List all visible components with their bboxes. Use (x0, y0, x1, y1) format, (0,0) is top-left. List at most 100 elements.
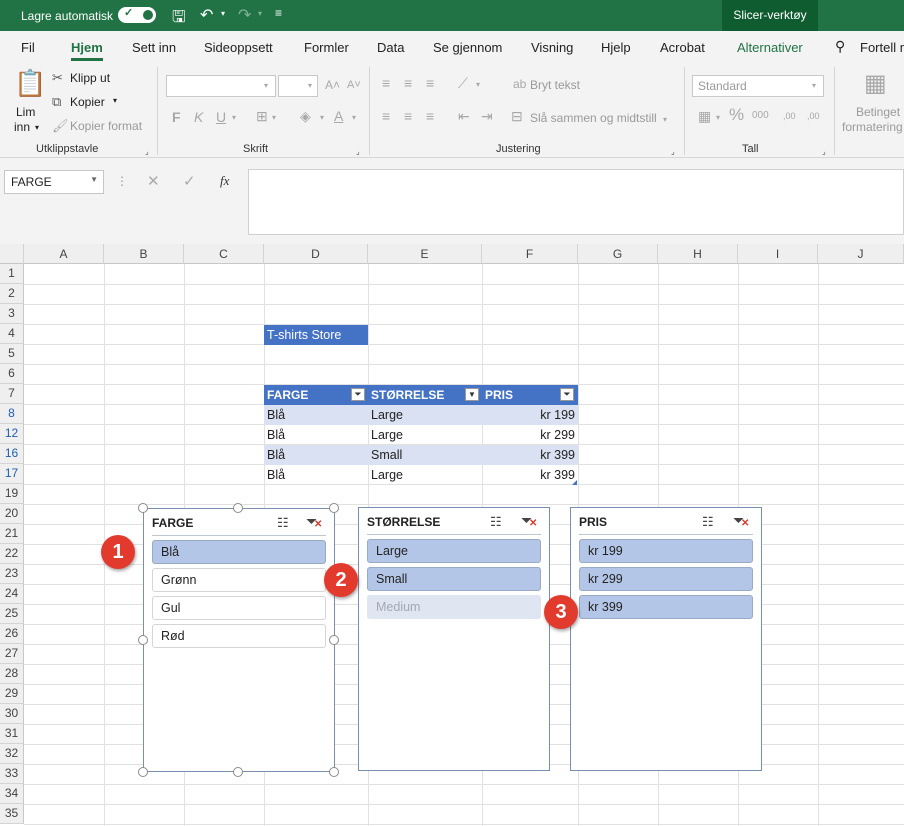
clear-filter-icon[interactable]: ⏷ ✕ (521, 512, 537, 529)
table-cell[interactable]: Blå (264, 445, 368, 465)
align-top-icon[interactable]: ≡ (382, 75, 390, 91)
column-header-f[interactable]: F (482, 244, 578, 264)
paste-label-2[interactable]: inn (14, 120, 30, 134)
slicer-storrelse[interactable]: STØRRELSE ☷ ⏷ ✕ Large Small Medium (358, 507, 550, 771)
table-cell[interactable]: kr 399 (482, 465, 578, 485)
row-header[interactable]: 33 (0, 764, 24, 784)
store-title-cell[interactable]: T-shirts Store (264, 325, 368, 345)
filter-sort-icon[interactable]: ⏷ (560, 388, 574, 401)
bold-button[interactable]: F (172, 109, 181, 125)
table-cell[interactable]: Blå (264, 465, 368, 485)
row-header-filtered[interactable]: 17 (0, 464, 24, 484)
decrease-decimal-icon[interactable]: ,00 (807, 108, 820, 124)
row-header[interactable]: 34 (0, 784, 24, 804)
slicer-item-large[interactable]: Large (367, 539, 541, 563)
name-box[interactable]: FARGE ▼ (4, 170, 104, 194)
formula-input[interactable] (248, 169, 904, 235)
increase-decimal-icon[interactable]: ,00 (783, 108, 796, 124)
slicer-item-kr199[interactable]: kr 199 (579, 539, 753, 563)
dropdown-arrow-icon[interactable]: ▼ (465, 388, 479, 401)
comma-style-icon[interactable]: 000 (752, 108, 769, 124)
increase-font-icon[interactable]: A˄ (325, 77, 340, 93)
cancel-icon[interactable]: ✕ (147, 172, 160, 190)
font-dropdown-icon[interactable]: ▾ (264, 78, 268, 94)
row-header-filtered[interactable]: 8 (0, 404, 24, 424)
merge-center-button[interactable]: Slå sammen og midtstill (530, 111, 657, 125)
decrease-font-icon[interactable]: A˅ (347, 77, 361, 93)
row-header[interactable]: 29 (0, 684, 24, 704)
row-header[interactable]: 24 (0, 584, 24, 604)
merge-dropdown-icon[interactable]: ▾ (663, 112, 667, 128)
row-header-filtered[interactable]: 16 (0, 444, 24, 464)
resize-handle[interactable] (138, 767, 148, 777)
tab-help[interactable]: Hjelp (601, 40, 631, 55)
slicer-item-rod[interactable]: Rød (152, 624, 326, 648)
row-header[interactable]: 26 (0, 624, 24, 644)
resize-handle[interactable] (329, 767, 339, 777)
table-cell[interactable]: Large (368, 405, 482, 425)
font-color-dropdown-icon[interactable]: ▾ (352, 110, 356, 126)
resize-handle[interactable] (233, 767, 243, 777)
align-center-icon[interactable]: ≡ (404, 108, 412, 124)
select-all-corner[interactable] (0, 244, 24, 264)
column-header-c[interactable]: C (184, 244, 264, 264)
autosave-toggle[interactable]: ✓ (118, 7, 156, 23)
multi-select-icon[interactable]: ☷ (490, 514, 502, 530)
table-cell[interactable]: Large (368, 465, 482, 485)
increase-indent-icon[interactable]: ⇥ (481, 108, 493, 124)
column-header-j[interactable]: J (818, 244, 904, 264)
column-header-d[interactable]: D (264, 244, 368, 264)
clear-filter-icon[interactable]: ⏷ ✕ (733, 512, 749, 529)
table-cell[interactable]: kr 399 (482, 445, 578, 465)
row-header[interactable]: 1 (0, 264, 24, 284)
undo-dropdown-icon[interactable]: ▾ (221, 9, 225, 18)
redo-icon[interactable]: ↷ (238, 5, 251, 25)
size-dropdown-icon[interactable]: ▾ (308, 78, 312, 94)
tab-data[interactable]: Data (377, 40, 404, 55)
percent-icon[interactable]: % (729, 106, 744, 123)
column-header-i[interactable]: I (738, 244, 818, 264)
underline-button[interactable]: U (216, 109, 226, 125)
tab-options[interactable]: Alternativer (737, 40, 803, 55)
row-header[interactable]: 25 (0, 604, 24, 624)
resize-handle[interactable] (138, 503, 148, 513)
undo-icon[interactable]: ↶ (200, 5, 213, 25)
slicer-item-kr399[interactable]: kr 399 (579, 595, 753, 619)
row-header-filtered[interactable]: 12 (0, 424, 24, 444)
row-header[interactable]: 19 (0, 484, 24, 504)
slicer-item-gul[interactable]: Gul (152, 596, 326, 620)
decrease-indent-icon[interactable]: ⇤ (458, 108, 470, 124)
row-header[interactable]: 31 (0, 724, 24, 744)
resize-handle[interactable] (329, 635, 339, 645)
redo-dropdown-icon[interactable]: ▾ (258, 9, 262, 18)
resize-handle[interactable] (138, 635, 148, 645)
multi-select-icon[interactable]: ☷ (702, 514, 714, 530)
slicer-farge[interactable]: FARGE ☷ ⏷ ✕ Blå Grønn Gul Rød (143, 508, 335, 772)
align-left-icon[interactable]: ≡ (382, 108, 390, 124)
conditional-formatting-label[interactable]: Betinget (856, 105, 900, 119)
slicer-item-gronn[interactable]: Grønn (152, 568, 326, 592)
enter-icon[interactable]: ✓ (183, 172, 196, 190)
wrap-text-button[interactable]: Bryt tekst (530, 78, 580, 92)
number-format-dropdown-icon[interactable]: ▾ (812, 78, 816, 94)
table-cell[interactable]: kr 199 (482, 405, 578, 425)
format-painter-button[interactable]: Kopier format (70, 119, 142, 133)
row-header[interactable]: 20 (0, 504, 24, 524)
tell-me-search[interactable]: Fortell m (860, 40, 904, 55)
paste-dropdown-icon[interactable]: ▾ (35, 123, 39, 132)
tab-acrobat[interactable]: Acrobat (660, 40, 705, 55)
column-header-a[interactable]: A (24, 244, 104, 264)
copy-dropdown-icon[interactable]: ▾ (113, 96, 117, 105)
align-bottom-icon[interactable]: ≡ (426, 75, 434, 91)
resize-handle[interactable] (329, 503, 339, 513)
conditional-formatting-label-2[interactable]: formatering (842, 120, 903, 134)
table-cell[interactable]: Large (368, 425, 482, 445)
filter-applied-icon[interactable]: ⏷ (351, 388, 365, 401)
fill-dropdown-icon[interactable]: ▾ (320, 110, 324, 126)
row-header[interactable]: 27 (0, 644, 24, 664)
insert-function-icon[interactable]: fx (220, 173, 229, 189)
table-cell[interactable]: Blå (264, 405, 368, 425)
table-cell[interactable]: Blå (264, 425, 368, 445)
row-header[interactable]: 7 (0, 384, 24, 404)
currency-dropdown-icon[interactable]: ▾ (716, 110, 720, 126)
